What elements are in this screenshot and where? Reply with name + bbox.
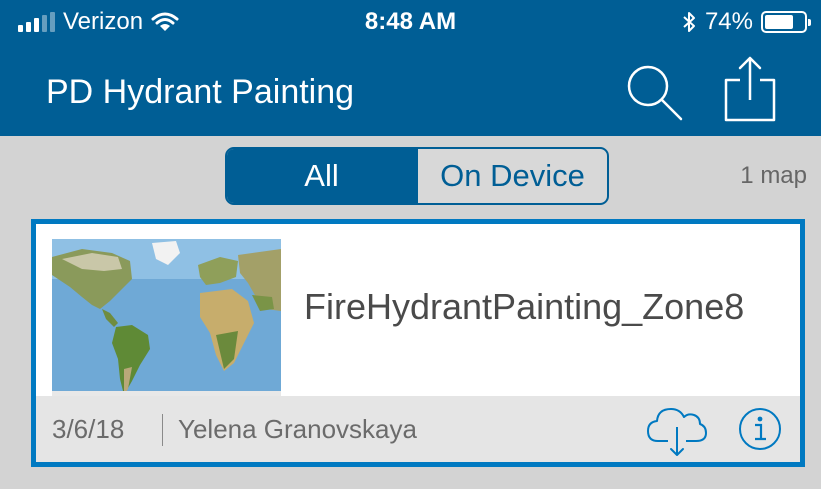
map-title: FireHydrantPainting_Zone8 [304,286,745,327]
status-bar: Verizon 8:48 AM 74% [0,0,821,44]
status-right: 74% [681,6,811,38]
battery-percent: 74% [704,8,753,35]
nav-bar: PD Hydrant Painting [0,44,821,136]
carrier-name: Verizon [63,8,144,35]
bluetooth-icon [683,12,695,32]
battery-icon [761,11,811,33]
filter-all-tab[interactable]: All [227,149,416,203]
filter-on-device-tab[interactable]: On Device [416,149,607,203]
map-date: 3/6/18 [52,414,125,444]
map-author: Yelena Granovskaya [178,414,417,444]
download-cloud-icon[interactable] [646,405,708,457]
search-icon[interactable] [622,60,686,124]
info-icon[interactable] [738,407,782,451]
footer-divider [162,414,163,446]
status-left: Verizon [18,6,179,38]
map-card-footer: 3/6/18 Yelena Granovskaya [36,396,800,462]
signal-icon [18,12,55,32]
page-title: PD Hydrant Painting [46,73,355,111]
filter-segmented-control: All On Device [225,147,609,205]
map-card[interactable]: FireHydrantPainting_Zone8 3/6/18 Yelena … [31,219,805,467]
wifi-icon [151,12,179,31]
share-icon[interactable] [722,54,778,124]
map-count: 1 map [740,162,807,189]
map-thumbnail [52,239,281,397]
battery-fill [765,15,794,29]
